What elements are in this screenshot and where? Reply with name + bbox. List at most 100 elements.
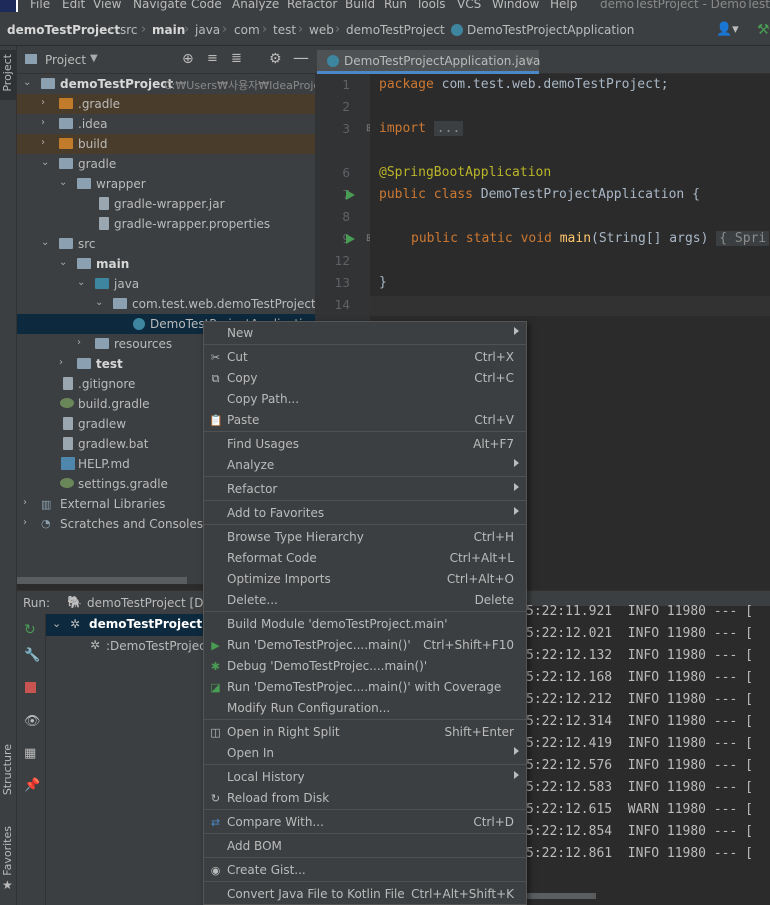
close-icon[interactable]: × (525, 53, 535, 67)
tree-item-wrapper[interactable]: ⌄ wrapper (17, 174, 315, 194)
menu-window[interactable]: Window (492, 0, 539, 11)
menu-item-browse-type-hierarchy[interactable]: Browse Type Hierarchy Ctrl+H (204, 527, 526, 548)
menu-item-compare-with[interactable]: ⇄ Compare With... Ctrl+D (204, 812, 526, 833)
menu-item-run[interactable]: ▶ Run 'DemoTestProjec....main()' Ctrl+Shif… (204, 635, 526, 656)
locate-icon[interactable]: ⊕ (182, 51, 194, 67)
menu-item-find-usages[interactable]: Find Usages Alt+F7 (204, 434, 526, 455)
menu-refactor[interactable]: Refactor (287, 0, 337, 11)
menu-item-refactor[interactable]: Refactor (204, 479, 526, 500)
menu-item-create-gist[interactable]: ◉ Create Gist... (204, 860, 526, 881)
horizontal-scrollbar[interactable] (17, 577, 187, 584)
chevron-right-icon[interactable]: › (23, 517, 27, 528)
menu-item-delete[interactable]: Delete... Delete (204, 590, 526, 611)
breadcrumb-src[interactable]: src (120, 23, 138, 37)
chevron-right-icon[interactable]: › (23, 497, 27, 508)
hide-panel-icon[interactable]: — (293, 48, 309, 67)
menu-item-analyze[interactable]: Analyze (204, 455, 526, 476)
tab-favorites[interactable]: Favorites (1, 826, 14, 876)
code-editor[interactable]: package com.test.web.demoTestProject; im… (370, 74, 770, 322)
breadcrumb-package[interactable]: demoTestProject (346, 23, 445, 37)
chevron-down-icon[interactable]: ⌄ (52, 617, 61, 630)
menu-view[interactable]: View (93, 0, 121, 11)
tab-demo-test-project-application[interactable]: DemoTestProjectApplication.java × (317, 50, 540, 74)
chevron-down-icon[interactable]: ⌄ (95, 297, 103, 308)
menu-analyze[interactable]: Analyze (232, 0, 279, 11)
chevron-right-icon[interactable]: › (41, 117, 45, 128)
menu-item-add-to-favorites[interactable]: Add to Favorites (204, 503, 526, 524)
run-gutter-icon[interactable] (346, 234, 355, 244)
tree-item-main[interactable]: ⌄ main (17, 254, 315, 274)
menu-item-local-history[interactable]: Local History (204, 767, 526, 788)
stop-icon[interactable] (25, 682, 36, 693)
menu-item-copy[interactable]: ⧉ Copy Ctrl+C (204, 368, 526, 389)
tree-item-src[interactable]: ⌄ src (17, 234, 315, 254)
menu-run[interactable]: Run (384, 0, 407, 11)
chevron-right-icon[interactable]: › (41, 137, 45, 148)
chevron-down-icon[interactable]: ⌄ (77, 277, 85, 288)
menu-item-open-right-split[interactable]: ◫ Open in Right Split Shift+Enter (204, 722, 526, 743)
chevron-right-icon[interactable]: › (59, 357, 63, 368)
layout-icon[interactable]: ▦ (24, 746, 36, 761)
tree-item-wrapper-jar[interactable]: gradle-wrapper.jar (17, 194, 315, 214)
menu-edit[interactable]: Edit (62, 0, 85, 11)
console-scrollbar[interactable] (526, 893, 596, 899)
tree-item-package[interactable]: ⌄ com.test.web.demoTestProject (17, 294, 316, 314)
menu-navigate[interactable]: Navigate (133, 0, 187, 11)
menu-item-convert-to-kotlin[interactable]: Convert Java File to Kotlin File Ctrl+Alt… (204, 884, 526, 905)
tree-item-wrapper-properties[interactable]: gradle-wrapper.properties (17, 214, 315, 234)
tree-item-build[interactable]: › build (17, 134, 315, 154)
chevron-down-icon[interactable]: ⌄ (59, 257, 67, 268)
user-icon[interactable]: 👤▾ (716, 22, 739, 37)
menu-item-open-in[interactable]: Open In (204, 743, 526, 764)
build-hammer-icon[interactable]: ⚒ (757, 22, 770, 38)
breadcrumb-project[interactable]: demoTestProject (7, 23, 120, 37)
menu-item-reload-from-disk[interactable]: ↻ Reload from Disk (204, 788, 526, 809)
chevron-right-icon[interactable]: › (41, 97, 45, 108)
menu-item-cut[interactable]: ✂ Cut Ctrl+X (204, 347, 526, 368)
breadcrumb-class[interactable]: DemoTestProjectApplication (467, 23, 634, 37)
breadcrumb-com[interactable]: com (234, 23, 260, 37)
eye-icon[interactable]: 👁 (24, 714, 41, 729)
menu-item-paste[interactable]: 📋 Paste Ctrl+V (204, 410, 526, 431)
tree-item-root[interactable]: ⌄ demoTestProject C:₩Users₩사용자₩IdeaProje (17, 74, 320, 94)
run-gutter-icon[interactable] (346, 190, 355, 200)
gear-icon[interactable]: ⚙ (269, 51, 282, 67)
tree-item-java[interactable]: ⌄ java (17, 274, 315, 294)
chevron-down-icon[interactable]: ⌄ (41, 157, 49, 168)
expand-all-icon[interactable]: ≡ (207, 51, 218, 66)
menu-item-optimize-imports[interactable]: Optimize Imports Ctrl+Alt+O (204, 569, 526, 590)
tab-structure[interactable]: Structure (1, 744, 14, 795)
console-output[interactable]: 5:22:11.921 INFO 11980 --- [ 5:22:12.021… (526, 604, 770, 905)
tree-item-gradle-dir[interactable]: › .gradle (17, 94, 315, 114)
menu-item-copy-path[interactable]: Copy Path... (204, 389, 526, 410)
folded-region[interactable]: { Spri (716, 231, 770, 246)
menu-item-debug[interactable]: ✱ Debug 'DemoTestProjec....main()' (204, 656, 526, 677)
pin-icon[interactable]: 📌 (24, 778, 40, 793)
menu-help[interactable]: Help (550, 0, 577, 11)
rerun-icon[interactable]: ↻ (24, 622, 36, 638)
chevron-down-icon[interactable]: ⌄ (41, 237, 49, 248)
chevron-down-icon[interactable]: ⌄ (23, 77, 31, 88)
chevron-right-icon[interactable]: › (77, 337, 81, 348)
collapse-all-icon[interactable]: ≣ (231, 51, 242, 66)
breadcrumb-web[interactable]: web (309, 23, 334, 37)
menu-item-modify-run-config[interactable]: Modify Run Configuration... (204, 698, 526, 719)
menu-code[interactable]: Code (191, 0, 222, 11)
breadcrumb-main[interactable]: main (152, 23, 185, 37)
menu-build[interactable]: Build (345, 0, 375, 11)
breadcrumb-test[interactable]: test (273, 23, 296, 37)
breadcrumb-java[interactable]: java (195, 23, 220, 37)
menu-tools[interactable]: Tools (416, 0, 446, 11)
menu-item-add-bom[interactable]: Add BOM (204, 836, 526, 857)
menu-item-run-with-coverage[interactable]: ◪ Run 'DemoTestProjec....main()' with Cov… (204, 677, 526, 698)
tree-item-gradle[interactable]: ⌄ gradle (17, 154, 315, 174)
folded-region[interactable]: ... (433, 121, 464, 136)
tab-project[interactable]: Project (1, 54, 14, 92)
tree-item-idea[interactable]: › .idea (17, 114, 315, 134)
chevron-down-icon[interactable]: ▼ (90, 53, 98, 64)
menu-vcs[interactable]: VCS (457, 0, 481, 11)
menu-item-reformat-code[interactable]: Reformat Code Ctrl+Alt+L (204, 548, 526, 569)
project-view-selector[interactable]: Project (45, 53, 86, 67)
menu-item-new[interactable]: New (204, 323, 526, 344)
menu-file[interactable]: File (30, 0, 50, 11)
